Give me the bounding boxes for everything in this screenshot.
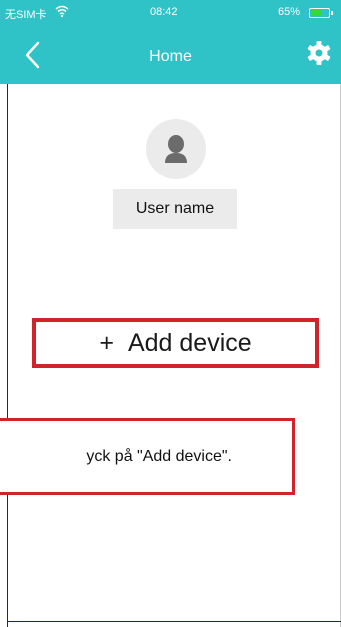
instruction-text: yck på "Add device". (86, 448, 232, 465)
battery-fill (311, 10, 322, 16)
username-label[interactable]: User name (113, 189, 237, 229)
frame-bottom-border (7, 621, 341, 622)
battery-icon (309, 8, 333, 18)
battery-percent: 65% (278, 6, 301, 18)
clock: 08:42 (150, 6, 178, 18)
user-icon (165, 135, 187, 163)
gear-icon (307, 41, 331, 65)
add-device-label: Add device (127, 328, 252, 357)
settings-button[interactable] (306, 40, 332, 66)
status-bar: 无SIM卡 08:42 65% (0, 0, 341, 28)
instruction-callout: yck på "Add device". (0, 418, 295, 495)
plus-icon: + (99, 328, 114, 357)
add-device-button[interactable]: + Add device (32, 318, 319, 368)
carrier-label: 无SIM卡 (5, 9, 47, 21)
screen: 无SIM卡 08:42 65% Home User name + Add dev… (0, 0, 341, 627)
page-title: Home (149, 48, 192, 65)
battery-tip (331, 11, 333, 15)
avatar[interactable] (146, 119, 206, 179)
wifi-icon (55, 4, 69, 21)
nav-bar: Home (0, 28, 341, 84)
frame-left-border (7, 84, 8, 627)
